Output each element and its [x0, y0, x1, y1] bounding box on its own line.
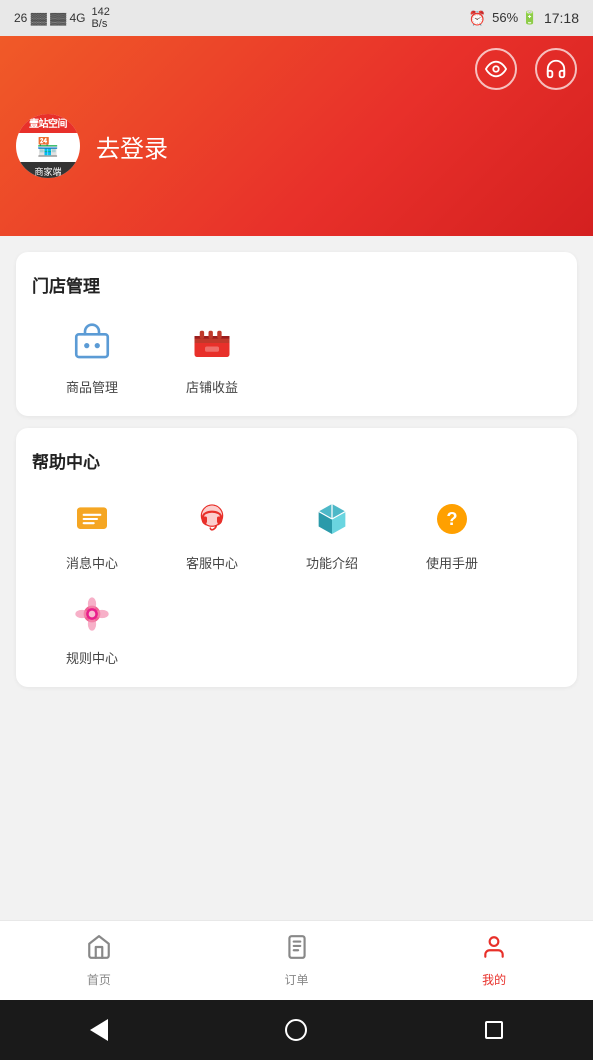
login-text[interactable]: 去登录 — [96, 129, 168, 164]
grid-item-revenue[interactable]: 店铺收益 — [152, 317, 272, 396]
rules-label: 规则中心 — [66, 648, 118, 667]
bottom-nav: 首页 订单 我的 — [0, 920, 593, 1000]
header-profile[interactable]: 壹站空间 🏪 商家端 去登录 — [16, 114, 577, 178]
app-logo: 壹站空间 🏪 商家端 — [16, 114, 80, 178]
orders-nav-label: 订单 — [285, 971, 309, 988]
logo-top-text: 壹站空间 — [16, 114, 80, 133]
service-icon — [186, 493, 238, 545]
grid-item-message[interactable]: 消息中心 — [32, 493, 152, 572]
mine-nav-label: 我的 — [482, 971, 506, 988]
revenue-label: 店铺收益 — [186, 377, 238, 396]
headphones-icon-button[interactable] — [535, 48, 577, 90]
back-icon — [90, 1019, 108, 1041]
orders-nav-icon — [284, 934, 310, 967]
nav-item-mine[interactable]: 我的 — [395, 926, 593, 996]
features-label: 功能介绍 — [306, 553, 358, 572]
help-center-card: 帮助中心 消息中心 — [16, 428, 577, 687]
signal-text: 26 ▓▓ ▓▓ 4G — [14, 11, 85, 25]
nav-item-orders[interactable]: 订单 — [198, 926, 396, 996]
features-icon — [306, 493, 358, 545]
alarm-icon: ⏰ — [469, 10, 486, 27]
store-management-card: 门店管理 商品管理 — [16, 252, 577, 416]
help-row-2: 规则中心 — [32, 588, 561, 667]
revenue-icon — [186, 317, 238, 369]
system-nav — [0, 1000, 593, 1060]
eye-icon-button[interactable] — [475, 48, 517, 90]
nav-item-home[interactable]: 首页 — [0, 926, 198, 996]
manual-icon: ? — [426, 493, 478, 545]
home-nav-icon — [86, 934, 112, 967]
time-text: 17:18 — [544, 10, 579, 26]
goods-label: 商品管理 — [66, 377, 118, 396]
store-management-grid: 商品管理 店铺收益 — [32, 317, 561, 396]
manual-label: 使用手册 — [426, 553, 478, 572]
speed-text: 142B/s — [91, 6, 109, 30]
grid-item-manual[interactable]: ? 使用手册 — [392, 493, 512, 572]
header-icons — [16, 48, 577, 90]
header: 壹站空间 🏪 商家端 去登录 — [0, 36, 593, 236]
mine-nav-icon — [481, 934, 507, 967]
message-label: 消息中心 — [66, 553, 118, 572]
home-icon — [285, 1019, 307, 1041]
service-label: 客服中心 — [186, 553, 238, 572]
recent-icon — [485, 1021, 503, 1039]
goods-icon — [66, 317, 118, 369]
back-button[interactable] — [74, 1005, 124, 1055]
help-row-1: 消息中心 — [32, 493, 561, 572]
grid-item-goods[interactable]: 商品管理 — [32, 317, 152, 396]
home-button[interactable] — [271, 1005, 321, 1055]
rules-icon — [66, 588, 118, 640]
status-right: ⏰ 56% 🔋 17:18 — [469, 10, 579, 27]
store-management-title: 门店管理 — [32, 272, 561, 297]
battery-text: 56% 🔋 — [492, 10, 538, 26]
grid-item-service[interactable]: 客服中心 — [152, 493, 272, 572]
logo-bottom-text: 商家端 — [16, 162, 80, 179]
message-icon — [66, 493, 118, 545]
recent-button[interactable] — [469, 1005, 519, 1055]
home-nav-label: 首页 — [87, 971, 111, 988]
main-content: 门店管理 商品管理 — [0, 236, 593, 920]
svg-text:?: ? — [446, 508, 457, 529]
status-bar: 26 ▓▓ ▓▓ 4G 142B/s ⏰ 56% 🔋 17:18 — [0, 0, 593, 36]
status-left: 26 ▓▓ ▓▓ 4G 142B/s — [14, 6, 110, 30]
grid-item-features[interactable]: 功能介绍 — [272, 493, 392, 572]
grid-item-rules[interactable]: 规则中心 — [32, 588, 152, 667]
help-center-title: 帮助中心 — [32, 448, 561, 473]
